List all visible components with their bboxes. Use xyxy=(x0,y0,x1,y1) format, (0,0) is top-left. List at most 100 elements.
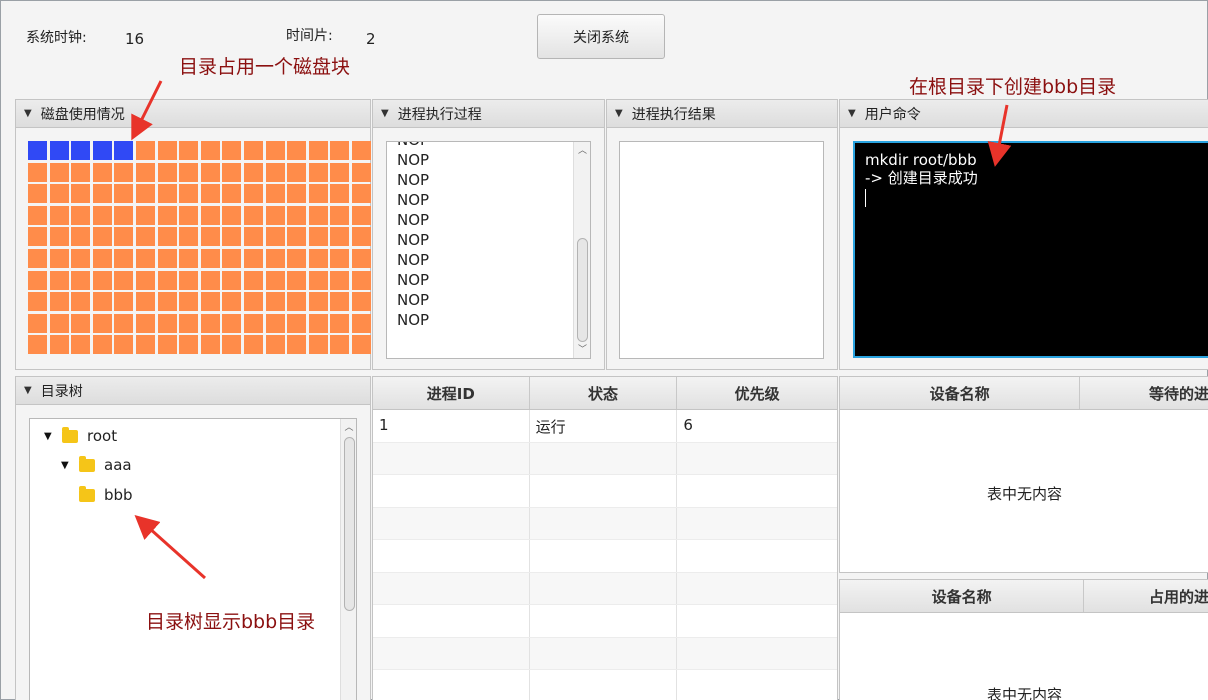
folder-icon xyxy=(79,455,95,472)
disk-block-free xyxy=(330,248,350,268)
tree-node-bbb[interactable]: bbb xyxy=(79,485,133,504)
column-header[interactable]: 进程ID xyxy=(373,377,530,409)
process-log-scrollbar[interactable]: ︿ ﹀ xyxy=(573,142,590,358)
tree-node-root[interactable]: ▼ root xyxy=(44,426,117,445)
clock-value: 16 xyxy=(125,30,145,48)
disk-block-free xyxy=(287,227,307,247)
disk-block-free xyxy=(49,205,69,225)
list-item[interactable]: NOP xyxy=(387,230,575,250)
scroll-up-icon[interactable]: ︿ xyxy=(341,421,356,435)
process-log-items: NOPNOPNOPNOPNOPNOPNOPNOPNOPNOP xyxy=(387,142,575,330)
disk-block-free xyxy=(308,227,328,247)
disk-block-free xyxy=(49,270,69,290)
disk-block-free xyxy=(351,227,371,247)
list-item[interactable]: NOP xyxy=(387,170,575,190)
list-item[interactable]: NOP xyxy=(387,142,575,150)
scroll-up-icon[interactable]: ︿ xyxy=(574,144,590,158)
disk-block-free xyxy=(179,313,199,333)
disk-block-free xyxy=(157,270,177,290)
disk-block-free xyxy=(200,335,220,355)
disk-block-free xyxy=(157,162,177,182)
disk-block-free xyxy=(135,141,155,160)
disk-block-free xyxy=(222,184,242,204)
list-item[interactable]: NOP xyxy=(387,190,575,210)
command-console[interactable]: mkdir root/bbb -> 创建目录成功 xyxy=(853,141,1208,358)
disk-block-free xyxy=(308,313,328,333)
exec-result-list[interactable] xyxy=(619,141,824,359)
table-cell-empty xyxy=(530,507,678,539)
disk-block-free xyxy=(135,313,155,333)
disk-block-free xyxy=(265,292,285,312)
disk-block-free xyxy=(351,335,371,355)
expand-triangle-icon[interactable]: ▼ xyxy=(44,431,62,442)
table-row[interactable]: 1 运行 6 xyxy=(373,410,837,443)
close-system-button[interactable]: 关闭系统 xyxy=(537,14,665,59)
disk-block-used xyxy=(28,141,47,160)
disk-block-free xyxy=(179,141,199,160)
list-item[interactable]: NOP xyxy=(387,250,575,270)
disk-usage-panel-title[interactable]: ▼ 磁盘使用情况 xyxy=(15,99,371,128)
table-cell-empty xyxy=(530,540,678,572)
empty-table-message: 表中无内容 xyxy=(986,686,1062,700)
process-log-list[interactable]: NOPNOPNOPNOPNOPNOPNOPNOPNOPNOP ︿ ﹀ xyxy=(386,141,591,359)
tree-scrollbar[interactable]: ︿ xyxy=(340,419,356,700)
disk-block-free xyxy=(200,141,220,160)
disk-block-free xyxy=(157,141,177,160)
table-row-empty xyxy=(373,507,837,540)
disk-block-free xyxy=(222,292,242,312)
list-item[interactable]: NOP xyxy=(387,210,575,230)
disk-block-free xyxy=(28,292,47,312)
collapse-triangle-icon: ▼ xyxy=(24,108,32,119)
disk-block-free xyxy=(92,292,112,312)
column-header[interactable]: 设备名称 xyxy=(840,377,1081,409)
column-header[interactable]: 状态 xyxy=(530,377,678,409)
table-cell-empty xyxy=(530,605,678,637)
disk-block-free xyxy=(71,335,91,355)
disk-block-free xyxy=(28,313,47,333)
dir-tree-title: 目录树 xyxy=(40,383,83,400)
user-command-panel-title[interactable]: ▼ 用户命令 xyxy=(839,99,1208,128)
list-item[interactable]: NOP xyxy=(387,150,575,170)
list-item[interactable]: NOP xyxy=(387,310,575,330)
disk-block-free xyxy=(135,270,155,290)
disk-block-free xyxy=(28,184,47,204)
disk-block-free xyxy=(200,292,220,312)
disk-block-free xyxy=(243,313,263,333)
disk-block-free xyxy=(200,270,220,290)
exec-process-title: 进程执行过程 xyxy=(397,106,482,123)
scroll-thumb[interactable] xyxy=(577,238,588,342)
scroll-down-icon[interactable]: ﹀ xyxy=(574,343,590,357)
scroll-thumb[interactable] xyxy=(344,437,355,611)
clock-label: 系统时钟: xyxy=(26,30,87,46)
collapse-triangle-icon: ▼ xyxy=(848,108,856,119)
disk-block-free xyxy=(71,205,91,225)
table-cell-empty xyxy=(373,507,530,539)
disk-block-free xyxy=(330,184,350,204)
disk-block-free xyxy=(157,248,177,268)
disk-block-free xyxy=(92,270,112,290)
table-cell-empty xyxy=(373,637,530,669)
column-header[interactable]: 等待的进 xyxy=(1080,377,1208,409)
disk-block-free xyxy=(28,205,47,225)
table-cell-empty xyxy=(373,540,530,572)
disk-block-free xyxy=(114,335,134,355)
text-caret xyxy=(865,189,866,207)
disk-block-free xyxy=(92,205,112,225)
process-table: 进程ID 状态 优先级 1 运行 6 xyxy=(372,376,838,700)
disk-block-free xyxy=(114,227,134,247)
list-item[interactable]: NOP xyxy=(387,270,575,290)
exec-result-panel-title[interactable]: ▼ 进程执行结果 xyxy=(606,99,838,128)
disk-block-free xyxy=(243,141,263,160)
dir-tree-view[interactable]: ▼ root ▼ aaa bbb ︿ xyxy=(29,418,357,700)
column-header[interactable]: 优先级 xyxy=(677,377,837,409)
tree-node-aaa[interactable]: ▼ aaa xyxy=(61,455,132,474)
time-slice-value: 2 xyxy=(366,30,376,48)
expand-triangle-icon[interactable]: ▼ xyxy=(61,460,79,471)
dir-tree-panel-title[interactable]: ▼ 目录树 xyxy=(15,376,371,405)
column-header[interactable]: 设备名称 xyxy=(840,580,1085,612)
table-cell-empty xyxy=(373,475,530,507)
list-item[interactable]: NOP xyxy=(387,290,575,310)
column-header[interactable]: 占用的进 xyxy=(1084,580,1208,612)
disk-block-free xyxy=(114,205,134,225)
exec-process-panel-title[interactable]: ▼ 进程执行过程 xyxy=(372,99,605,128)
